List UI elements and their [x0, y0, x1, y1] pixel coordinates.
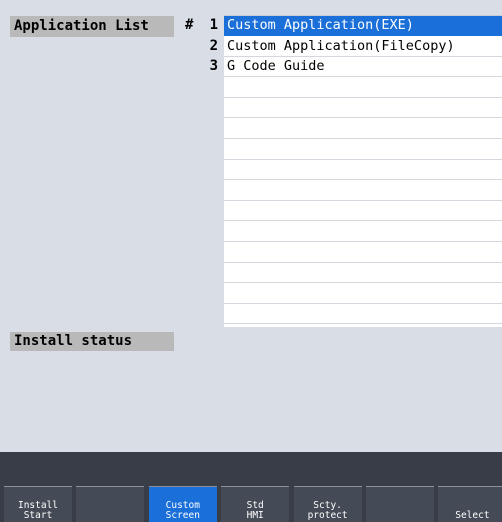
- list-item[interactable]: [224, 160, 502, 181]
- row-number: 3: [209, 58, 218, 75]
- softkey-1[interactable]: Install Start: [4, 486, 72, 522]
- application-list-label: Application List: [10, 16, 174, 37]
- softkey-label-line2: protect: [307, 510, 348, 521]
- list-item[interactable]: [224, 263, 502, 284]
- softkey-label-line2: Select: [455, 510, 490, 521]
- list-item[interactable]: [224, 304, 502, 325]
- softkey-divider: [148, 486, 217, 487]
- softkey-label-line2: Start: [23, 510, 53, 521]
- softkey-divider: [221, 486, 290, 487]
- install-status-label: Install status: [10, 332, 174, 351]
- softkey-divider: [76, 486, 145, 487]
- application-list[interactable]: Custom Application(EXE) Custom Applicatio…: [224, 15, 502, 327]
- list-item[interactable]: [224, 181, 502, 201]
- softkey-4[interactable]: Std HMI: [221, 486, 290, 522]
- softkey-2[interactable]: [76, 486, 145, 522]
- softkey-6[interactable]: [366, 486, 434, 522]
- list-item[interactable]: [224, 98, 502, 119]
- list-item[interactable]: [224, 284, 502, 304]
- row-number: 2: [209, 37, 218, 54]
- softkey-label-line2: Screen: [165, 510, 200, 521]
- list-item[interactable]: Custom Application(FileCopy): [224, 37, 502, 57]
- softkey-divider: [438, 486, 502, 487]
- list-item[interactable]: [224, 201, 502, 222]
- list-item[interactable]: [224, 140, 502, 160]
- softkey-divider: [4, 486, 72, 487]
- softkey-divider: [293, 486, 362, 487]
- softkey-7[interactable]: Select: [438, 486, 502, 522]
- softkey-5[interactable]: Scty. protect: [293, 486, 362, 522]
- row-number: 1: [209, 17, 218, 33]
- list-item[interactable]: G Code Guide: [224, 57, 502, 78]
- list-item[interactable]: [224, 119, 502, 139]
- list-item[interactable]: [224, 78, 502, 98]
- softkey-divider: [366, 486, 434, 487]
- softkey-label-line2: HMI: [246, 510, 264, 521]
- softkey-3[interactable]: Custom Screen: [148, 486, 217, 522]
- list-item[interactable]: [224, 243, 502, 263]
- list-item[interactable]: Custom Application(EXE): [224, 16, 502, 36]
- list-item[interactable]: [224, 222, 502, 242]
